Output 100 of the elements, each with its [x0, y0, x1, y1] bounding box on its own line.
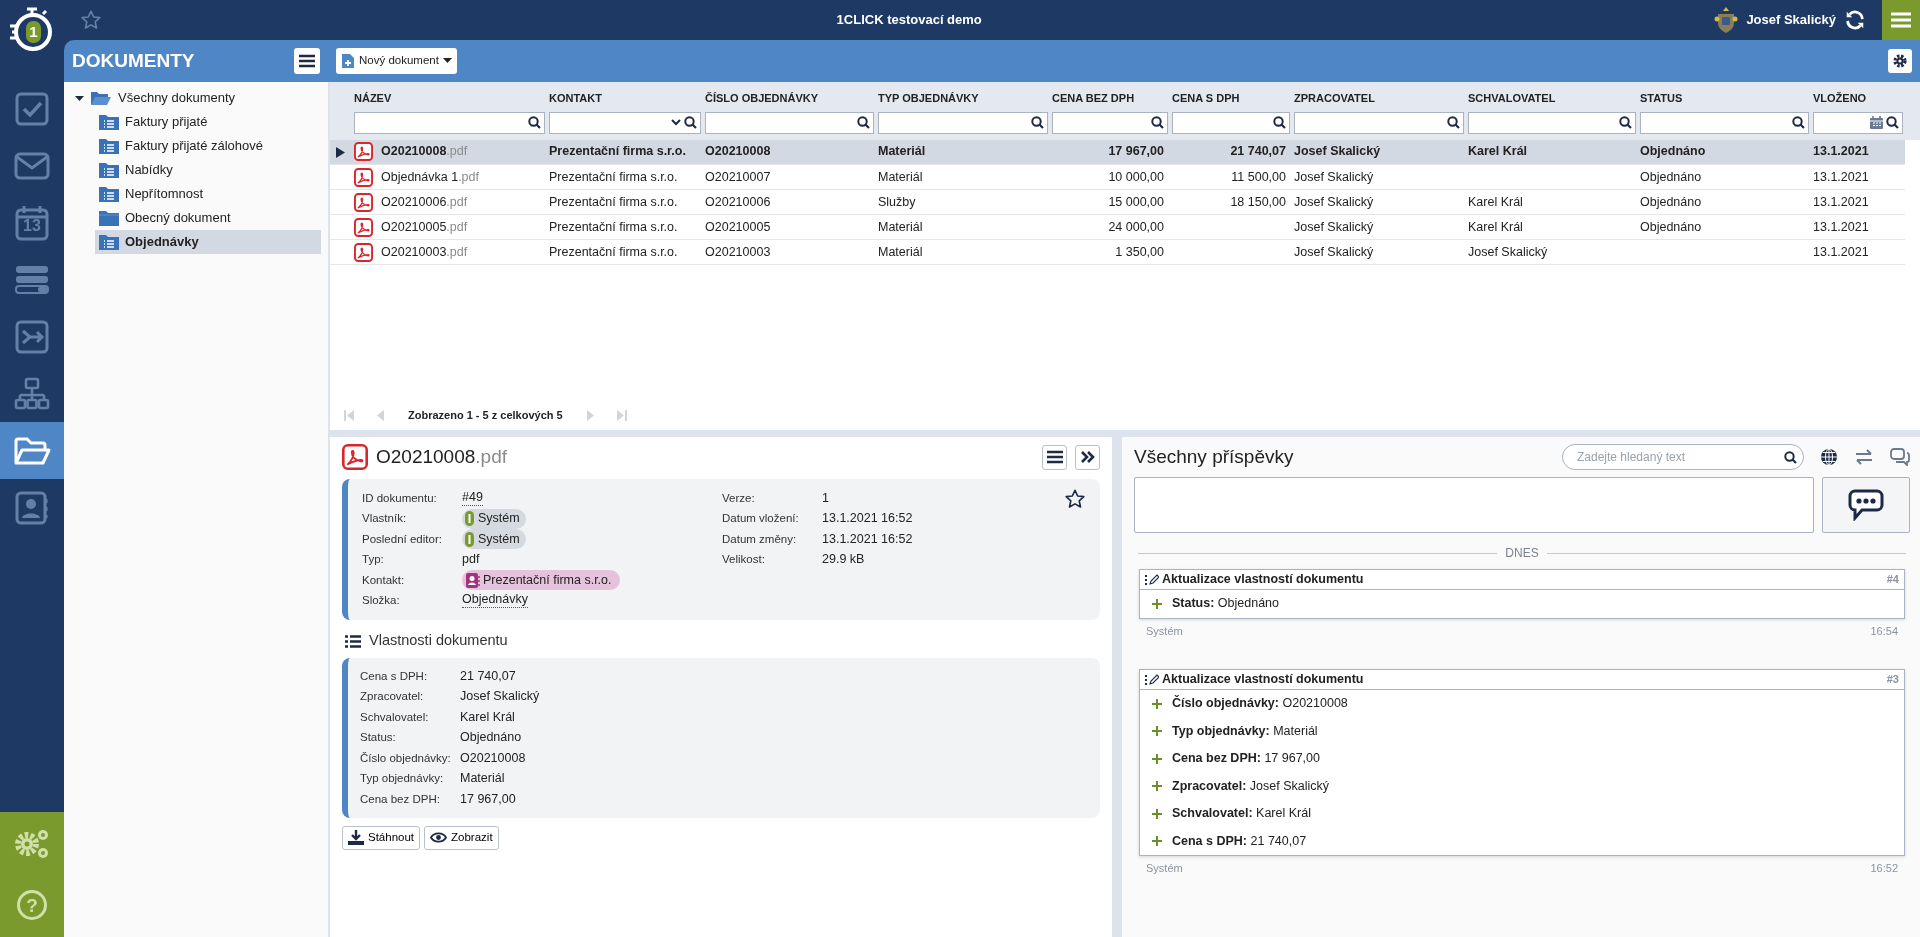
user-badge[interactable]: Systém [462, 529, 526, 550]
column-header[interactable]: NÁZEV [354, 92, 392, 104]
plus-icon [1152, 836, 1162, 847]
search-icon[interactable] [1619, 116, 1632, 129]
tree-item[interactable]: Faktury přijaté zálohové [125, 136, 263, 156]
table-cell: 1 350,00 [1115, 244, 1164, 259]
settings-button[interactable] [1888, 49, 1912, 73]
favorite-star-icon[interactable] [1064, 488, 1086, 510]
column-header[interactable]: KONTAKT [549, 92, 602, 104]
send-comment-button[interactable] [1822, 477, 1910, 533]
speech-bubble-icon [1848, 489, 1884, 521]
column-header[interactable]: VLOŽENO [1813, 92, 1867, 104]
filter-field[interactable] [1468, 111, 1636, 134]
tree-item[interactable]: Nabídky [125, 160, 173, 180]
table-cell: Prezentační firma s.r.o. [549, 244, 678, 259]
refresh-icon[interactable] [1844, 9, 1866, 31]
change-text: Cena bez DPH: 17 967,00 [1172, 750, 1320, 768]
calendar-icon[interactable] [1870, 116, 1883, 129]
edit-list-icon [1145, 573, 1159, 586]
search-field[interactable]: Zadejte hledaný text [1562, 444, 1804, 470]
tree-item[interactable]: Nepřítomnost [125, 184, 204, 204]
comment-field[interactable] [1134, 477, 1814, 533]
expand-caret-icon[interactable] [75, 93, 84, 103]
swap-arrows-icon[interactable] [1854, 449, 1874, 465]
filter-field[interactable] [878, 111, 1048, 134]
view-button[interactable]: Zobrazit [424, 825, 499, 850]
search-icon[interactable] [528, 116, 541, 129]
field-label: Poslední editor: [362, 531, 443, 547]
search-icon[interactable] [1447, 116, 1460, 129]
pdf-icon [354, 242, 373, 262]
column-header[interactable]: STATUS [1640, 92, 1683, 104]
menu-button[interactable] [294, 48, 320, 74]
search-icon[interactable] [857, 116, 870, 129]
expand-button[interactable] [1075, 444, 1100, 470]
settings-icon [1892, 53, 1908, 69]
file-name[interactable]: O20210003.pdf [381, 242, 468, 262]
search-icon[interactable] [684, 116, 697, 129]
menu-button[interactable] [1042, 444, 1067, 470]
plus-icon [1152, 598, 1162, 609]
table-cell: Prezentační firma s.r.o. [549, 169, 678, 184]
search-icon[interactable] [1151, 116, 1164, 129]
table-cell: Josef Skalický [1294, 194, 1374, 209]
filter-field[interactable] [1172, 111, 1290, 134]
field-label: Vlastník: [362, 511, 408, 527]
caret-icon[interactable] [671, 119, 681, 126]
filter-field[interactable] [354, 111, 545, 134]
table-cell: Josef Skalický [1294, 244, 1374, 259]
filter-dropdown[interactable] [549, 111, 701, 134]
column-header[interactable]: ČÍSLO OBJEDNÁVKY [705, 92, 819, 104]
contact-badge[interactable]: Prezentační firma s.r.o. [462, 570, 620, 591]
plus-icon [1152, 726, 1162, 737]
menu-icon [299, 54, 315, 68]
search-icon[interactable] [1784, 450, 1797, 464]
favorite-star-icon[interactable] [80, 9, 102, 31]
link[interactable]: Objednávky [462, 593, 528, 609]
list-icon [345, 634, 361, 648]
table-cell: O20210005 [705, 219, 771, 234]
filter-field[interactable] [1052, 111, 1168, 134]
new-document-button[interactable]: Nový dokument [336, 48, 457, 74]
file-name[interactable]: O20210005.pdf [381, 217, 468, 237]
tree-item[interactable]: Obecný dokument [125, 208, 231, 228]
search-input[interactable]: Zadejte hledaný text [1575, 447, 1784, 467]
column-header[interactable]: SCHVALOVATEL [1468, 92, 1556, 104]
chat-bubbles-icon[interactable] [1890, 448, 1910, 466]
scrollbar[interactable] [1112, 437, 1122, 937]
file-name[interactable]: O20210006.pdf [381, 192, 468, 212]
user-badge[interactable]: Systém [462, 508, 526, 529]
field-label: Schvalovatel: [360, 709, 430, 725]
column-header[interactable]: TYP OBJEDNÁVKY [878, 92, 979, 104]
field-value: Objednáno [460, 729, 522, 747]
pdf-icon [354, 217, 373, 237]
file-name[interactable]: Objednávka 1.pdf [381, 167, 479, 187]
change-text: Cena s DPH: 21 740,07 [1172, 832, 1307, 850]
tree-item[interactable]: Všechny dokumenty [118, 88, 236, 108]
checkbox-icon [14, 90, 50, 127]
tree-item[interactable]: Faktury přijaté [125, 112, 208, 132]
table-cell: 18 150,00 [1230, 194, 1286, 209]
search-icon[interactable] [1886, 116, 1899, 129]
pdf-icon [354, 142, 373, 162]
field-value: O20210008 [460, 749, 526, 767]
filter-field[interactable] [1294, 111, 1464, 134]
filter-field[interactable] [1640, 111, 1809, 134]
row-pointer-icon [336, 146, 345, 158]
field-label: Složka: [362, 593, 401, 609]
date-filter-field[interactable] [1813, 111, 1903, 134]
link[interactable]: #49 [462, 490, 483, 506]
section-title: Vlastnosti dokumentu [369, 631, 508, 651]
globe-icon[interactable] [1820, 448, 1838, 466]
download-button[interactable]: Stáhnout [342, 825, 421, 850]
filter-field[interactable] [705, 111, 874, 134]
column-header[interactable]: CENA BEZ DPH [1052, 92, 1135, 104]
column-header[interactable]: ZPRACOVATEL [1294, 92, 1375, 104]
feed-title: Všechny příspěvky [1134, 444, 1294, 469]
post-title: Aktualizace vlastností dokumentu [1162, 571, 1364, 589]
plus-icon [1152, 698, 1162, 709]
search-icon[interactable] [1792, 116, 1805, 129]
user-name[interactable]: Josef Skalický [1746, 10, 1836, 30]
search-icon[interactable] [1031, 116, 1044, 129]
column-header[interactable]: CENA S DPH [1172, 92, 1240, 104]
search-icon[interactable] [1273, 116, 1286, 129]
